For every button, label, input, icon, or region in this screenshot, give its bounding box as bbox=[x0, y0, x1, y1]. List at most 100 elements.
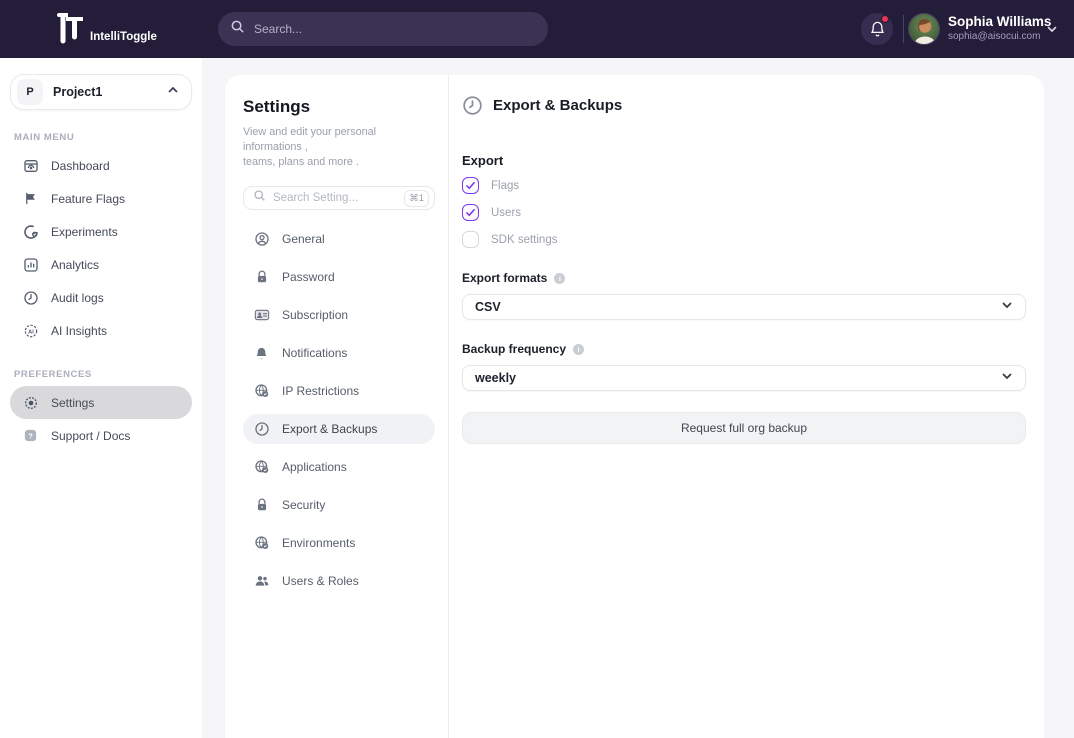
project-name: Project1 bbox=[53, 85, 167, 99]
clock-icon bbox=[253, 421, 270, 438]
sidebar-item-label: Audit logs bbox=[51, 291, 104, 305]
sidebar-item-settings[interactable]: Settings bbox=[10, 386, 192, 419]
settings-nav-notifications[interactable]: Notifications bbox=[243, 338, 435, 368]
checkbox-users[interactable] bbox=[462, 204, 479, 221]
svg-text:AI: AI bbox=[28, 329, 34, 335]
sidebar-item-label: Support / Docs bbox=[51, 429, 130, 443]
globe-check-icon bbox=[253, 383, 270, 400]
gear-icon bbox=[22, 394, 39, 411]
settings-nav-export-backups[interactable]: Export & Backups bbox=[243, 414, 435, 444]
global-search[interactable] bbox=[218, 12, 548, 46]
sidebar-item-label: Settings bbox=[51, 396, 94, 410]
sidebar-item-dashboard[interactable]: Dashboard bbox=[10, 149, 192, 182]
settings-nav-label: IP Restrictions bbox=[282, 384, 359, 398]
info-icon: i bbox=[554, 273, 565, 284]
export-backups-panel: Export & Backups Export Flags Users SDK … bbox=[449, 75, 1044, 738]
panel-header: Export & Backups bbox=[462, 95, 1026, 116]
dashboard-icon bbox=[22, 157, 39, 174]
sidebar-item-audit-logs[interactable]: Audit logs bbox=[10, 281, 192, 314]
search-icon bbox=[253, 189, 266, 207]
chevron-down-icon[interactable] bbox=[1046, 22, 1058, 40]
backup-frequency-value: weekly bbox=[475, 371, 1001, 385]
settings-nav-label: Export & Backups bbox=[282, 422, 377, 436]
settings-nav-label: Users & Roles bbox=[282, 574, 359, 588]
shortcut-badge: ⌘1 bbox=[404, 190, 429, 207]
chevron-down-icon bbox=[1001, 369, 1013, 387]
settings-nav-label: Subscription bbox=[282, 308, 348, 322]
backup-frequency-select[interactable]: weekly bbox=[462, 365, 1026, 391]
settings-nav-label: Environments bbox=[282, 536, 355, 550]
notifications-button[interactable] bbox=[861, 13, 893, 45]
settings-nav-environments[interactable]: Environments bbox=[243, 528, 435, 558]
clock-icon bbox=[462, 95, 483, 116]
settings-nav-password[interactable]: Password bbox=[243, 262, 435, 292]
logo-icon bbox=[52, 7, 86, 52]
app-logo[interactable]: IntelliToggle bbox=[52, 7, 157, 52]
checkbox-label: SDK settings bbox=[491, 234, 557, 246]
settings-search[interactable]: ⌘1 bbox=[243, 186, 435, 210]
settings-nav-label: Password bbox=[282, 270, 335, 284]
settings-nav-ip-restrictions[interactable]: IP Restrictions bbox=[243, 376, 435, 406]
settings-nav-users-roles[interactable]: Users & Roles bbox=[243, 566, 435, 596]
settings-nav-column: Settings View and edit your personal inf… bbox=[225, 75, 449, 738]
sidebar-item-experiments[interactable]: Experiments bbox=[10, 215, 192, 248]
globe-check-icon bbox=[253, 459, 270, 476]
sidebar-item-analytics[interactable]: Analytics bbox=[10, 248, 192, 281]
info-icon: i bbox=[573, 344, 584, 355]
clock-icon bbox=[22, 289, 39, 306]
sidebar: P Project1 MAIN MENU Dashboard Feature F… bbox=[0, 58, 202, 738]
chevron-up-icon bbox=[167, 83, 179, 101]
experiments-icon bbox=[22, 223, 39, 240]
users-icon bbox=[253, 573, 270, 590]
user-avatar[interactable] bbox=[908, 13, 940, 45]
topbar-divider bbox=[903, 15, 904, 43]
user-circle-icon bbox=[253, 231, 270, 248]
settings-nav-label: Applications bbox=[282, 460, 347, 474]
checkbox-sdk-settings[interactable] bbox=[462, 231, 479, 248]
sidebar-item-label: Experiments bbox=[51, 225, 118, 239]
bell-icon bbox=[253, 345, 270, 362]
settings-nav-label: Notifications bbox=[282, 346, 347, 360]
settings-nav-subscription[interactable]: Subscription bbox=[243, 300, 435, 330]
page-title: Settings bbox=[243, 97, 435, 117]
chevron-down-icon bbox=[1001, 298, 1013, 316]
globe-check-icon bbox=[253, 535, 270, 552]
project-initial-badge: P bbox=[17, 79, 43, 105]
settings-nav-general[interactable]: General bbox=[243, 224, 435, 254]
brand-name: IntelliToggle bbox=[90, 31, 157, 43]
export-formats-label-row: Export formats i bbox=[462, 271, 1026, 285]
bell-icon bbox=[869, 21, 886, 38]
user-name: Sophia Williams bbox=[948, 14, 1051, 29]
sidebar-item-label: AI Insights bbox=[51, 324, 107, 338]
checkbox-row-sdk-settings: SDK settings bbox=[462, 230, 1026, 249]
settings-search-input[interactable] bbox=[273, 192, 404, 204]
sidebar-item-label: Feature Flags bbox=[51, 192, 125, 206]
request-backup-button[interactable]: Request full org backup bbox=[462, 412, 1026, 444]
flag-icon bbox=[22, 190, 39, 207]
sidebar-item-label: Dashboard bbox=[51, 159, 110, 173]
backup-frequency-label: Backup frequency bbox=[462, 342, 566, 356]
id-card-icon bbox=[253, 307, 270, 324]
project-selector[interactable]: P Project1 bbox=[10, 74, 192, 110]
export-formats-select[interactable]: CSV bbox=[462, 294, 1026, 320]
panel-title: Export & Backups bbox=[493, 97, 622, 114]
checkbox-label: Flags bbox=[491, 180, 519, 192]
global-search-input[interactable] bbox=[254, 22, 504, 36]
unread-dot bbox=[881, 15, 889, 23]
checkbox-row-users: Users bbox=[462, 203, 1026, 222]
backup-frequency-label-row: Backup frequency i bbox=[462, 342, 1026, 356]
user-email: sophia@aisocui.com bbox=[948, 31, 1051, 42]
settings-nav-security[interactable]: Security bbox=[243, 490, 435, 520]
export-formats-label: Export formats bbox=[462, 271, 547, 285]
svg-text:?: ? bbox=[28, 431, 33, 440]
export-formats-value: CSV bbox=[475, 300, 1001, 314]
checkbox-flags[interactable] bbox=[462, 177, 479, 194]
sidebar-item-support-docs[interactable]: ? Support / Docs bbox=[10, 419, 192, 452]
question-icon: ? bbox=[22, 427, 39, 444]
ai-icon: AI bbox=[22, 322, 39, 339]
settings-nav-applications[interactable]: Applications bbox=[243, 452, 435, 482]
sidebar-item-feature-flags[interactable]: Feature Flags bbox=[10, 182, 192, 215]
sidebar-item-ai-insights[interactable]: AI AI Insights bbox=[10, 314, 192, 347]
checkbox-label: Users bbox=[491, 207, 521, 219]
lock-icon bbox=[253, 269, 270, 286]
